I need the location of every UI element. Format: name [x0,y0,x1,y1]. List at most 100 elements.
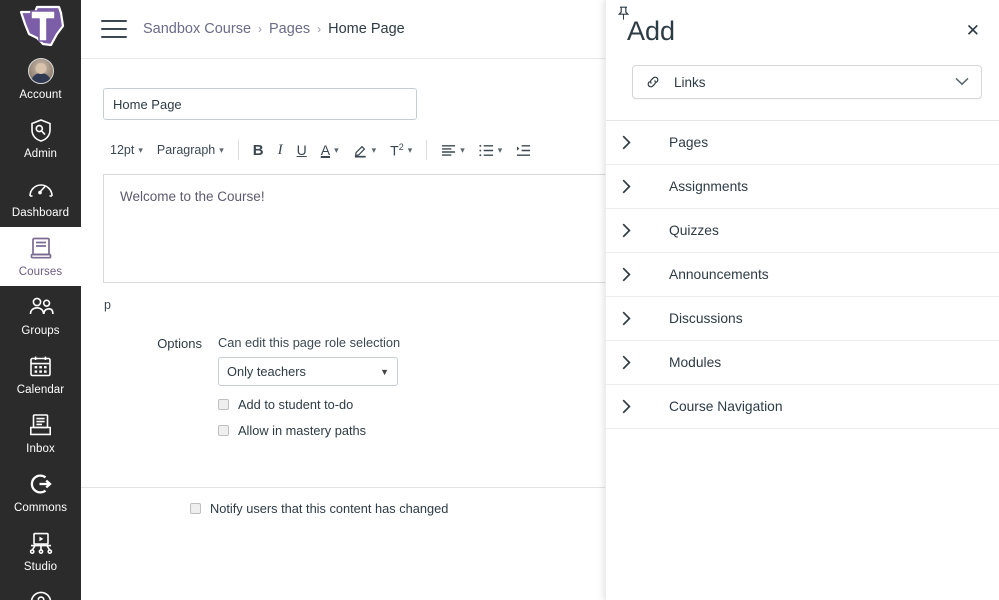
chevron-down-icon: ▾ [497,144,503,155]
tray-row-pages[interactable]: Pages [606,121,999,165]
breadcrumb-item-current: Home Page [328,21,405,37]
sidebar-item-courses[interactable]: Courses [0,227,81,286]
checkbox-row-mastery-paths[interactable]: Allow in mastery paths [218,423,400,438]
tray-type-select[interactable]: Links [632,65,982,99]
rce-content-area[interactable]: Welcome to the Course! [103,174,605,283]
sidebar-item-label: Admin [23,148,58,160]
tray-row-label: Modules [669,355,722,370]
sidebar-item-help[interactable]: Help [0,581,81,600]
indent-icon [516,144,531,157]
institution-logo[interactable] [0,0,81,50]
chevron-down-icon [955,73,969,91]
calendar-icon [29,353,52,379]
block-format-dropdown[interactable]: Paragraph ▾ [150,139,231,161]
bold-button[interactable]: B [246,138,271,163]
role-selection-caption: Can edit this page role selection [218,335,401,350]
notify-users-checkbox[interactable] [190,503,201,514]
tray-row-assignments[interactable]: Assignments [606,165,999,209]
chevron-down-icon: ▾ [371,144,377,155]
page-title-input[interactable] [103,88,417,120]
sidebar-item-studio[interactable]: Studio [0,522,81,581]
sidebar-item-dashboard[interactable]: Dashboard [0,168,81,227]
tray-row-quizzes[interactable]: Quizzes [606,209,999,253]
mastery-paths-checkbox[interactable] [218,425,229,436]
text-color-icon: A [320,142,331,158]
list-button[interactable]: ▾ [472,140,510,161]
highlight-color-button[interactable]: ▾ [346,139,384,162]
options-label: Options [157,336,202,351]
chevron-down-icon: ▾ [219,144,224,155]
block-format-value: Paragraph [156,143,216,157]
chevron-right-icon [622,223,654,238]
breadcrumb-separator-icon: › [258,22,263,36]
breadcrumb-separator-icon: › [317,22,322,36]
sidebar-item-account[interactable]: Account [0,50,81,109]
chevron-right-icon [622,179,654,194]
tray-type-value: Links [674,74,706,90]
page-edit-form: 12pt ▾ Paragraph ▾ B I U A [81,59,605,438]
bullet-list-icon [479,144,494,157]
tray-title: Add [627,16,676,46]
breadcrumb: Sandbox Course › Pages › Home Page [143,21,405,37]
tray-row-label: Discussions [669,311,743,326]
breadcrumb-item-pages[interactable]: Pages [269,21,310,37]
checkbox-row-notify-users[interactable]: Notify users that this content has chang… [190,501,448,516]
sidebar-item-label: Courses [18,266,63,278]
breadcrumb-item-course[interactable]: Sandbox Course [143,21,251,37]
sidebar-item-label: Calendar [16,384,65,396]
sidebar-item-calendar[interactable]: Calendar [0,345,81,404]
checkbox-row-student-todo[interactable]: Add to student to-do [218,397,400,412]
chevron-right-icon [622,135,654,150]
sidebar-item-groups[interactable]: Groups [0,286,81,345]
tray-row-label: Assignments [669,179,748,194]
tray-row-modules[interactable]: Modules [606,341,999,385]
rce-content-text: Welcome to the Course! [120,189,265,204]
underline-button[interactable]: U [290,138,314,162]
toolbar-divider [237,140,239,160]
font-size-dropdown[interactable]: 12pt ▾ [103,139,150,161]
sidebar-item-label: Dashboard [11,207,70,219]
indent-button[interactable] [509,140,538,161]
page-root: Account Admin Dashboard Courses Groups C… [0,0,999,600]
question-circle-icon [29,589,53,600]
caret-down-icon: ▼ [380,366,389,377]
tray-row-label: Pages [669,135,709,150]
font-size-value: 12pt [110,143,135,157]
tray-row-discussions[interactable]: Discussions [606,297,999,341]
align-button[interactable]: ▾ [434,140,472,161]
superscript-button[interactable]: T2 ▾ [383,138,419,163]
superscript-icon: T2 [390,141,404,159]
tray-link-categories: Pages Assignments Quizzes Announcements [606,121,999,429]
student-todo-label: Add to student to-do [238,397,354,412]
people-icon [27,294,55,320]
envelope-tray-icon [29,412,52,438]
sidebar-item-label: Inbox [26,443,55,455]
sidebar-item-inbox[interactable]: Inbox [0,404,81,463]
chevron-right-icon [622,399,654,414]
close-icon[interactable]: ✕ [966,22,980,39]
add-tray: Add ✕ Links Pages Assignments Quizzes An… [605,0,999,600]
toolbar-divider [426,140,428,160]
hamburger-icon[interactable] [101,20,127,38]
student-todo-checkbox[interactable] [218,399,229,410]
tray-row-announcements[interactable]: Announcements [606,253,999,297]
user-avatar-icon [27,58,54,84]
underline-icon: U [296,142,307,158]
sidebar-item-label: Account [19,89,62,101]
sidebar-item-admin[interactable]: Admin [0,109,81,168]
tray-row-label: Quizzes [669,223,719,238]
tray-row-label: Course Navigation [669,399,783,414]
text-color-button[interactable]: A ▾ [314,138,346,162]
book-icon [30,235,52,261]
rce-element-path: p [104,298,111,312]
chevron-right-icon [622,355,654,370]
role-select-value: Only teachers [227,364,306,379]
tray-row-course-navigation[interactable]: Course Navigation [606,385,999,429]
role-select[interactable]: Only teachers ▼ [218,357,398,386]
section-divider [81,487,605,488]
sidebar-item-label: Studio [23,561,58,573]
sidebar-item-commons[interactable]: Commons [0,463,81,522]
chevron-down-icon: ▾ [334,144,339,155]
bold-icon: B [252,141,264,159]
italic-button[interactable]: I [271,138,290,163]
